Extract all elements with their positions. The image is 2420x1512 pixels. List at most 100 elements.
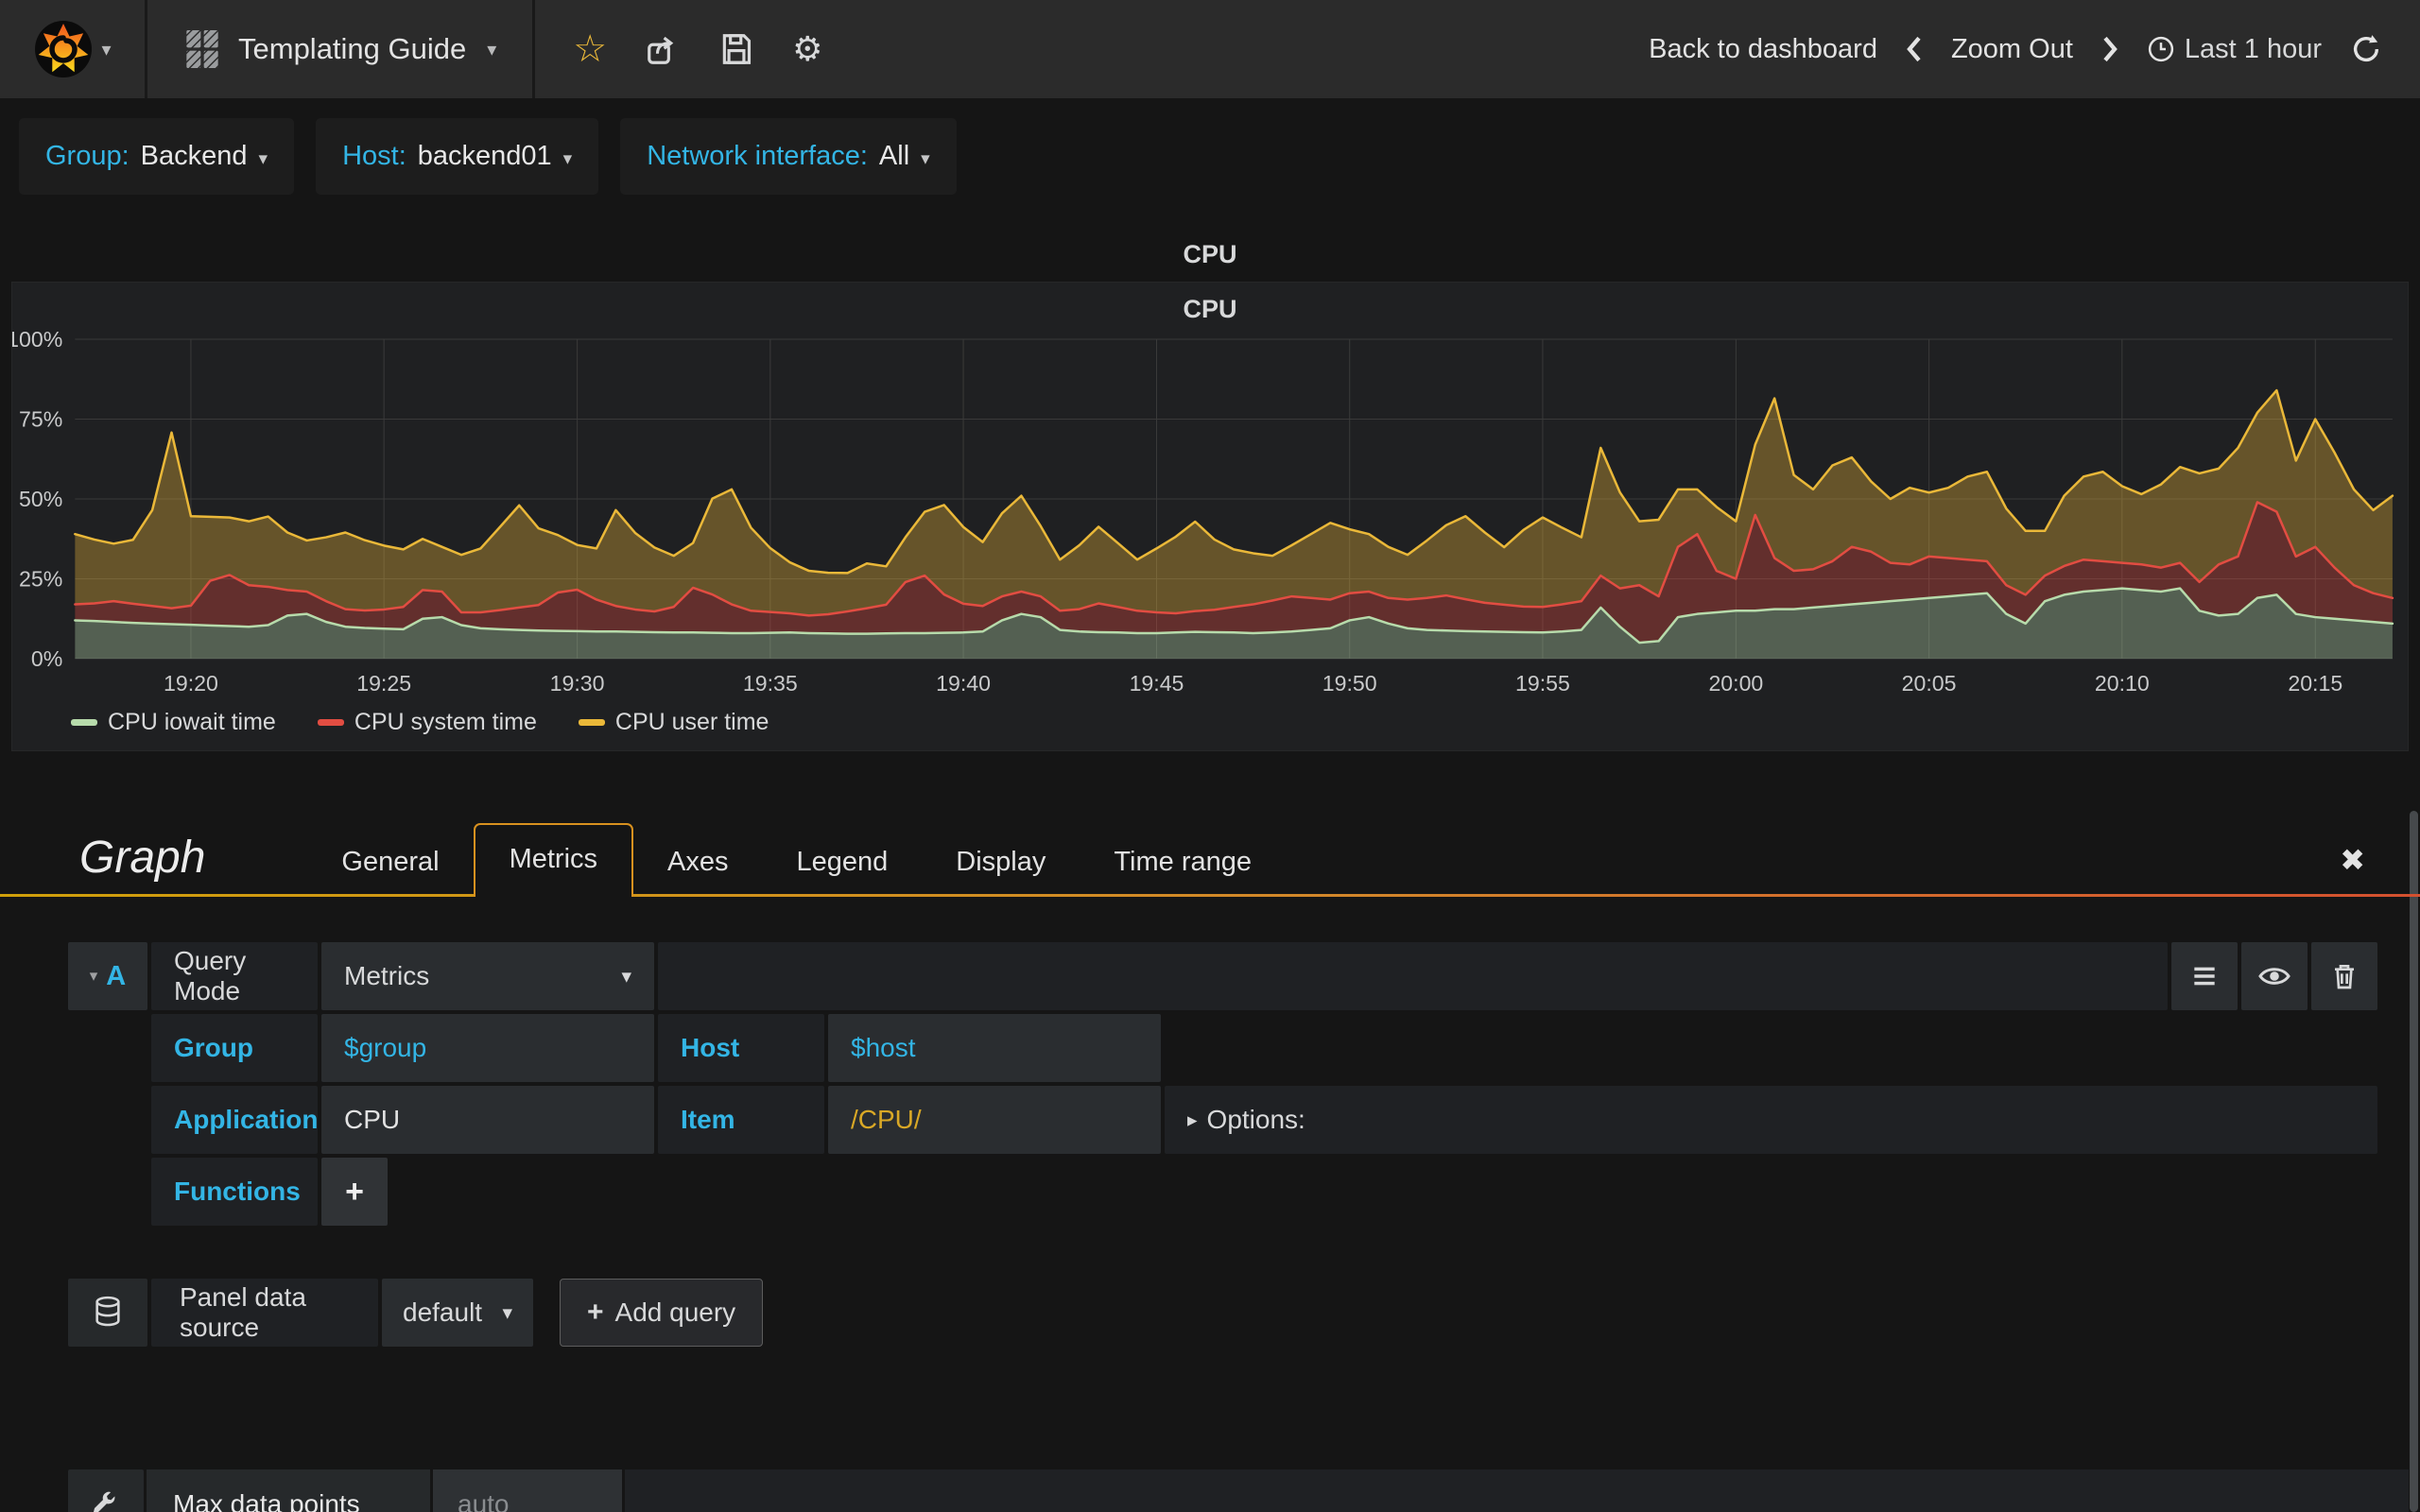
field-input-item[interactable]: /CPU/ — [828, 1086, 1161, 1154]
x-axis-tick: 19:40 — [936, 671, 991, 696]
legend-item-cpu-system-time[interactable]: CPU system time — [317, 708, 537, 736]
chevron-down-icon: ▾ — [921, 149, 930, 169]
legend-label: CPU iowait time — [108, 708, 276, 735]
query-editor: ▾ A Query Mode Metrics ▾ Group $group Ho… — [0, 942, 2420, 1226]
max-data-points-filler — [625, 1469, 2409, 1512]
legend-swatch — [71, 718, 97, 726]
tab-display[interactable]: Display — [922, 828, 1080, 897]
grafana-main-menu-button[interactable]: ▾ — [0, 0, 147, 98]
query-menu-button[interactable] — [2171, 942, 2238, 1010]
time-shift-back-button[interactable] — [1906, 35, 1923, 63]
field-value: CPU — [344, 1105, 401, 1134]
datasource-icon-cell — [68, 1279, 147, 1347]
add-function-button[interactable]: + — [321, 1158, 388, 1226]
legend-label: CPU user time — [614, 708, 769, 735]
dashboard-title-dropdown[interactable]: Templating Guide ▾ — [147, 0, 536, 98]
query-field-rows: Group $group Host $host Application CPU Item/C… — [0, 1014, 2420, 1154]
tab-metrics[interactable]: Metrics — [473, 823, 634, 897]
dashboard-grid-icon — [186, 30, 218, 68]
field-value: $host — [851, 1033, 916, 1062]
y-axis-tick: 75% — [19, 407, 62, 432]
field-input-application[interactable]: CPU — [321, 1086, 654, 1154]
x-axis-tick: 20:05 — [1902, 671, 1957, 696]
field-value: /CPU/ — [851, 1105, 922, 1134]
add-query-button[interactable]: + Add query — [560, 1279, 764, 1347]
x-axis-tick: 19:30 — [550, 671, 605, 696]
datasource-row: Panel data source default ▾ + Add query — [68, 1279, 2377, 1347]
query-mode-label: Query Mode — [151, 942, 318, 1010]
editor-tabs: General Metrics Axes Legend Display Time rang… — [307, 823, 1286, 897]
field-label-application: Application — [151, 1086, 318, 1154]
x-axis-tick: 20:00 — [1708, 671, 1763, 696]
query-row-filler — [658, 942, 2168, 1010]
chevron-down-icon: ▾ — [258, 149, 268, 169]
scrollbar[interactable] — [2410, 811, 2418, 1512]
field-label-text: Group — [174, 1033, 253, 1062]
query-field-row: Application CPU Item/CPU/ ▸ Options: — [151, 1086, 2377, 1154]
chevron-down-icon: ▾ — [487, 39, 497, 60]
field-input-group[interactable]: $group — [321, 1014, 654, 1082]
query-row-a: ▾ A Query Mode Metrics ▾ — [68, 942, 2377, 1010]
variable-dropdown-group[interactable]: Group: Backend ▾ — [19, 118, 295, 195]
chevron-down-icon: ▾ — [562, 149, 573, 169]
legend-item-cpu-iowait-time[interactable]: CPU iowait time — [71, 709, 276, 736]
query-mode-select[interactable]: Metrics ▾ — [321, 942, 654, 1010]
refresh-button[interactable] — [2350, 33, 2382, 65]
navbar-actions: ☆ ⚙ — [535, 0, 860, 98]
tab-axes[interactable]: Axes — [633, 828, 762, 897]
query-letter-toggle[interactable]: ▾ A — [68, 942, 147, 1010]
tab-general[interactable]: General — [307, 828, 473, 897]
grafana-logo-icon — [35, 21, 93, 77]
legend-label: CPU system time — [354, 708, 537, 735]
time-range-picker[interactable]: Last 1 hour — [2147, 34, 2322, 65]
chevron-down-icon: ▾ — [502, 1301, 512, 1324]
datasource-value: default — [403, 1297, 483, 1327]
legend-swatch — [317, 718, 344, 726]
variable-dropdown-network-interface[interactable]: Network interface: All ▾ — [620, 118, 957, 195]
chevron-right-icon: ▸ — [1187, 1108, 1198, 1131]
cpu-chart[interactable]: 0% 25% 50% 75% 100% 19:20 19:25 19:30 19:35 19:40… — [12, 330, 2408, 700]
editor-panel-type: Graph — [79, 833, 206, 883]
query-toggle-visibility-button[interactable] — [2241, 942, 2308, 1010]
time-shift-forward-button[interactable] — [2101, 35, 2118, 63]
tab-time-range[interactable]: Time range — [1080, 828, 1286, 897]
database-icon — [95, 1296, 120, 1327]
field-input-host[interactable]: $host — [828, 1014, 1161, 1082]
save-icon — [722, 34, 752, 64]
wrench-icon — [94, 1491, 115, 1512]
close-editor-button[interactable]: ✖ — [2340, 842, 2365, 897]
back-to-dashboard-button[interactable]: Back to dashboard — [1649, 34, 1877, 65]
graph-title: CPU — [1183, 295, 1237, 323]
time-range-label: Last 1 hour — [2184, 33, 2322, 64]
y-axis-tick: 100% — [12, 330, 62, 352]
datasource-select[interactable]: default ▾ — [382, 1279, 533, 1347]
field-value: $group — [344, 1033, 427, 1062]
star-button[interactable]: ☆ — [573, 30, 607, 68]
field-label-text: Item — [681, 1105, 735, 1134]
save-button[interactable] — [718, 31, 754, 67]
variable-dropdown-host[interactable]: Host: backend01 ▾ — [316, 118, 599, 195]
menu-icon — [2194, 967, 2215, 986]
variable-value: Backend — [140, 141, 248, 171]
options-toggle[interactable]: ▸ Options: — [1165, 1086, 2377, 1154]
field-label-group: Group — [151, 1014, 318, 1082]
field-label-text: Host — [681, 1033, 740, 1062]
share-button[interactable] — [645, 31, 681, 67]
field-label-item: Item — [658, 1086, 824, 1154]
template-variables-row: Group: Backend ▾ Host: backend01 ▾ Network int… — [0, 98, 2420, 195]
max-data-points-input[interactable]: auto — [433, 1469, 622, 1512]
query-delete-button[interactable] — [2311, 942, 2377, 1010]
legend-item-cpu-user-time[interactable]: CPU user time — [578, 708, 769, 736]
query-mode-value: Metrics — [344, 961, 430, 990]
panel-options-icon-cell — [68, 1469, 144, 1512]
panel-editor: Graph General Metrics Axes Legend Display Tim… — [0, 812, 2420, 1512]
settings-button[interactable]: ⚙ — [792, 32, 822, 66]
zoom-out-button[interactable]: Zoom Out — [1951, 34, 2073, 65]
x-axis-tick: 19:35 — [743, 671, 798, 696]
field-label-text: Application — [174, 1105, 319, 1134]
panel-header-title[interactable]: CPU — [0, 236, 2420, 272]
eye-icon — [2258, 968, 2290, 985]
tab-legend[interactable]: Legend — [763, 828, 923, 897]
variable-label: Network interface: — [647, 141, 868, 171]
x-axis-tick: 20:10 — [2095, 671, 2150, 696]
